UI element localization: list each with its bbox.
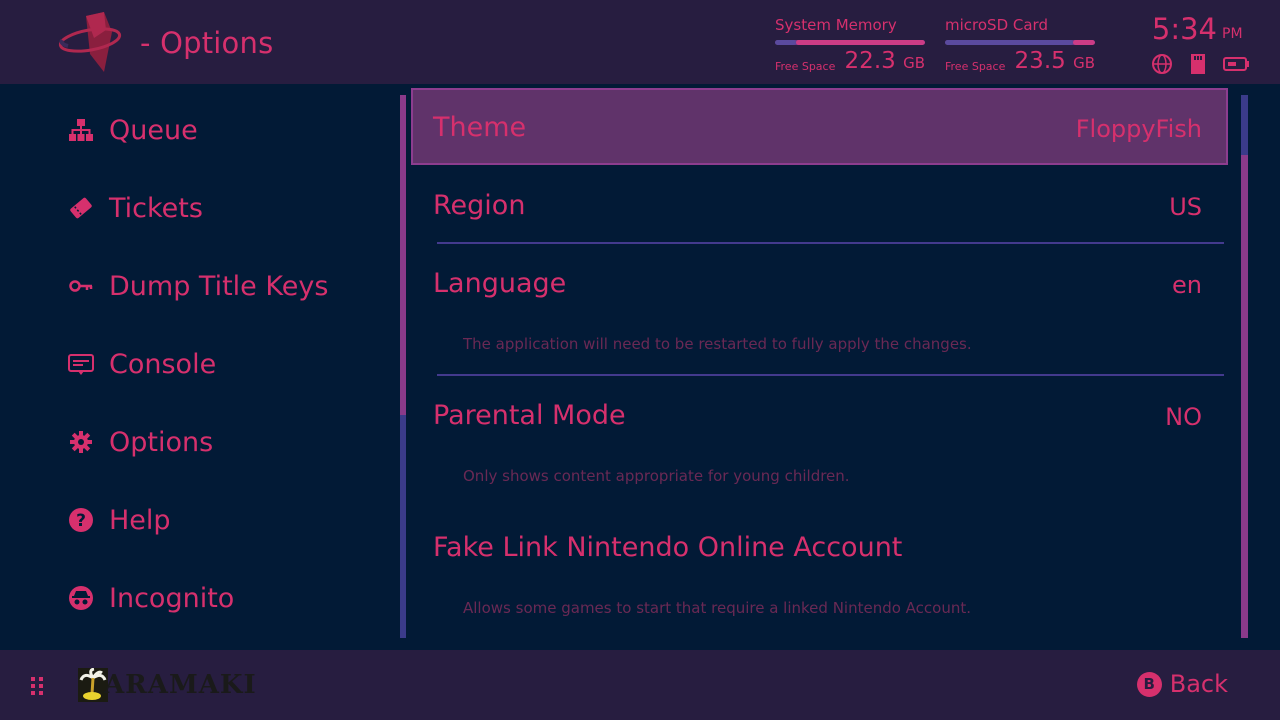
sidebar-divider: [400, 95, 406, 638]
system-memory-indicator: System Memory Free Space 22.3 GB: [775, 14, 925, 76]
storage-bar-used: [945, 40, 1073, 45]
microsd-indicator: microSD Card Free Space 23.5 GB: [945, 14, 1095, 76]
separator: [437, 374, 1224, 376]
top-bar: - Options System Memory Free Space 22.3 …: [0, 0, 1280, 84]
ticket-icon: [66, 193, 96, 223]
option-description: Only shows content appropriate for young…: [463, 467, 850, 485]
sitemap-icon: [66, 115, 96, 145]
globe-icon: [1150, 53, 1174, 75]
battery-icon: [1222, 53, 1249, 75]
option-label: Theme: [433, 112, 527, 143]
sidebar-item-label: Queue: [109, 114, 198, 146]
storage-bar-used: [775, 40, 796, 45]
sidebar-item-label: Incognito: [109, 582, 235, 614]
option-parental-mode[interactable]: Parental Mode NO Only shows content appr…: [410, 378, 1230, 510]
sidebar-item-queue[interactable]: Queue: [66, 108, 198, 152]
incognito-icon: [66, 583, 96, 613]
free-space-label: Free Space: [945, 60, 1006, 73]
scrollbar[interactable]: [1241, 95, 1248, 638]
storage-label: System Memory: [775, 16, 897, 34]
free-space-value: 23.5 GB: [1014, 48, 1095, 74]
help-icon: ?: [66, 505, 96, 535]
sidebar-item-label: Options: [109, 426, 214, 458]
option-value: NO: [1165, 403, 1202, 431]
scrollbar-thumb[interactable]: [1241, 95, 1248, 155]
sidebar-item-tickets[interactable]: Tickets: [66, 186, 203, 230]
svg-text:?: ?: [76, 511, 86, 531]
sidebar-item-incognito[interactable]: Incognito: [66, 576, 234, 620]
option-language[interactable]: Language en The application will need to…: [410, 246, 1230, 378]
sd-card-icon: [1186, 53, 1210, 75]
option-label: Language: [433, 268, 567, 299]
clock-ampm: PM: [1222, 26, 1243, 42]
sidebar-item-dump-title-keys[interactable]: Dump Title Keys: [66, 264, 328, 308]
option-label: Region: [433, 190, 526, 221]
storage-bar: [945, 40, 1095, 45]
sidebar-item-label: Tickets: [109, 192, 203, 224]
storage-label: microSD Card: [945, 16, 1048, 34]
brand-logo: ARAMAKI: [78, 668, 257, 702]
gear-icon: [66, 427, 96, 457]
option-region[interactable]: Region US: [410, 168, 1230, 246]
sidebar: Queue Tickets Dump Title Keys Console Op…: [0, 84, 400, 650]
b-button-icon: B: [1136, 671, 1162, 697]
sidebar-item-label: Help: [109, 504, 171, 536]
key-icon: [66, 271, 96, 301]
brand-text: ARAMAKI: [104, 670, 257, 700]
sidebar-item-label: Console: [109, 348, 217, 380]
grip-icon: [31, 677, 43, 695]
clock-time: 5:34: [1151, 12, 1217, 46]
sidebar-item-options[interactable]: Options: [66, 420, 213, 464]
free-space-value: 22.3 GB: [844, 48, 925, 74]
option-theme[interactable]: Theme FloppyFish: [410, 84, 1230, 168]
option-label: Fake Link Nintendo Online Account: [433, 532, 903, 563]
sidebar-item-console[interactable]: Console: [66, 342, 216, 386]
option-description: The application will need to be restarte…: [463, 335, 972, 353]
option-fake-link-account[interactable]: Fake Link Nintendo Online Account Allows…: [410, 510, 1230, 644]
option-value: US: [1169, 193, 1202, 221]
separator: [437, 242, 1224, 244]
option-value: en: [1172, 271, 1202, 299]
console-icon: [66, 349, 96, 379]
free-space-label: Free Space: [775, 60, 836, 73]
back-button[interactable]: B Back: [1136, 670, 1228, 698]
page-title: - Options: [140, 26, 274, 60]
sidebar-item-help[interactable]: ? Help: [66, 498, 171, 542]
option-value: FloppyFish: [1075, 115, 1202, 143]
status-icons: [1150, 52, 1249, 76]
storage-bar: [775, 40, 925, 45]
back-label: Back: [1169, 670, 1228, 698]
bottom-bar: ARAMAKI B Back: [0, 650, 1280, 720]
options-list: Theme FloppyFish Region US Language en T…: [410, 84, 1240, 650]
app-logo-icon: [58, 12, 122, 72]
sidebar-item-label: Dump Title Keys: [109, 270, 329, 302]
option-label: Parental Mode: [433, 400, 626, 431]
option-description: Allows some games to start that require …: [463, 599, 972, 617]
